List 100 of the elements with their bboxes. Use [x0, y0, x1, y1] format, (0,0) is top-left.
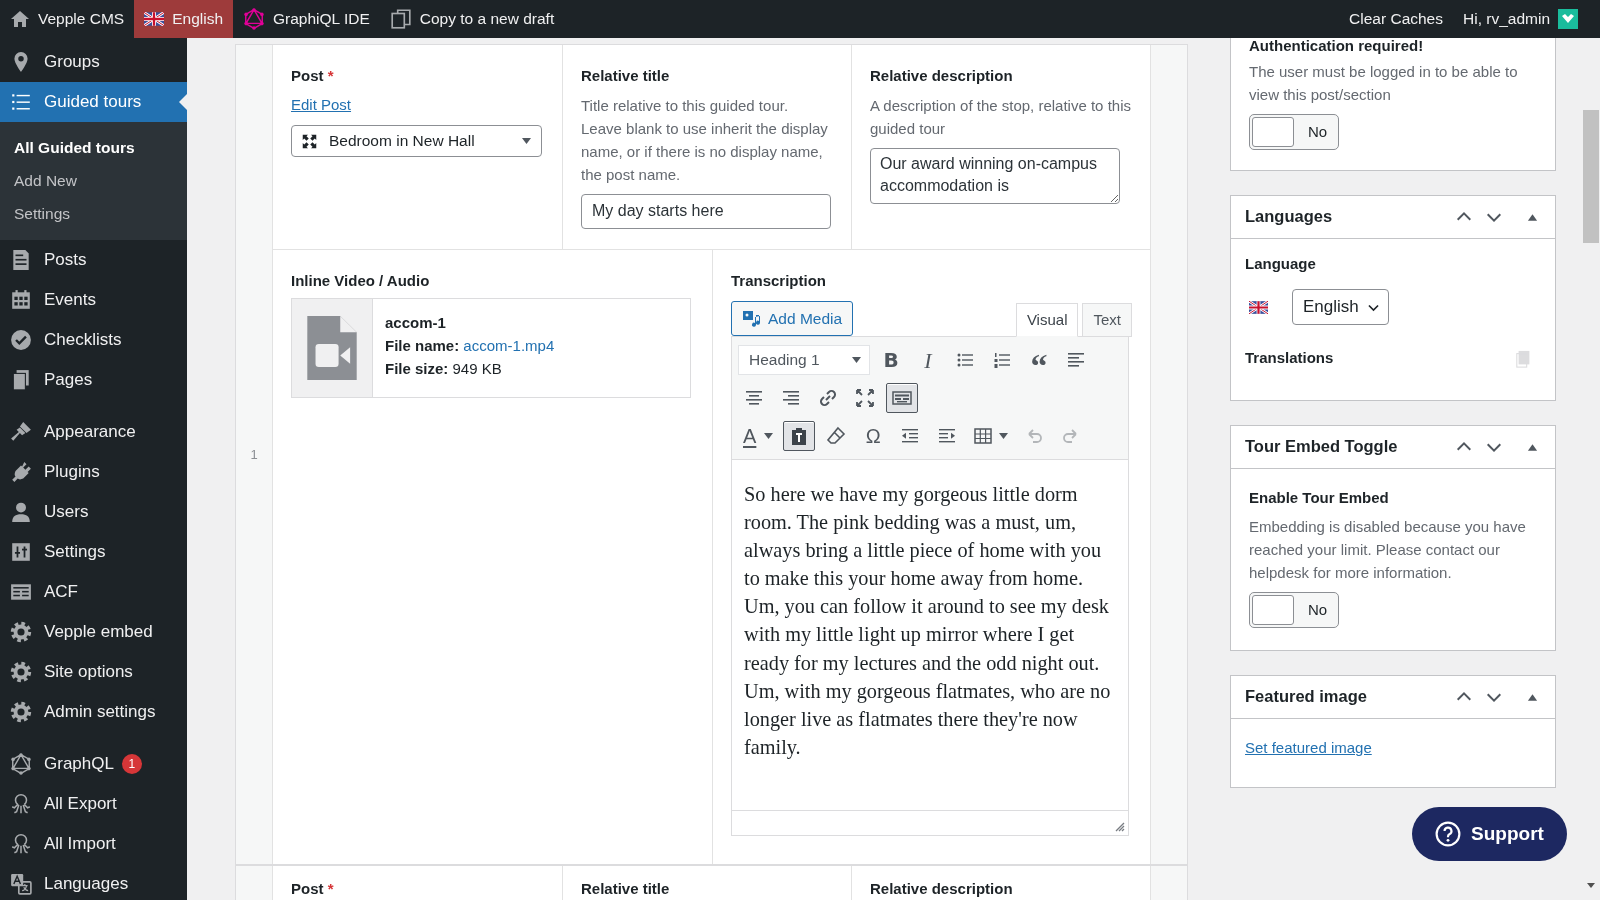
editor-tab[interactable]: Visual [1015, 303, 1079, 337]
field-label: Post * [291, 66, 334, 86]
language-select[interactable]: English [1292, 289, 1389, 325]
file-link[interactable]: accom-1.mp4 [463, 337, 555, 354]
pages-icon [10, 369, 32, 391]
keyboard-icon [892, 388, 912, 408]
sidebar-item[interactable]: Vepple embed [0, 612, 187, 652]
field-label: Authentication required! [1249, 38, 1425, 56]
graph-icon [10, 753, 32, 775]
description-textarea[interactable]: Our award winning on-campus accommodation is [870, 147, 1120, 204]
sidebar-item[interactable]: Appearance [0, 412, 187, 452]
home-icon [10, 9, 30, 29]
caret-icon [852, 357, 861, 363]
italic-button[interactable]: I [912, 345, 944, 375]
plug-icon [10, 461, 32, 483]
file-size-line: File size: 949 KB [385, 359, 503, 379]
field-label: Enable Tour Embed [1249, 487, 1390, 508]
copy-icon [389, 8, 412, 30]
gear-icon [10, 661, 32, 683]
sidebar-item[interactable]: Admin settings [0, 692, 187, 732]
sidebar-item[interactable]: All Export [0, 784, 187, 824]
calendar-icon [10, 289, 32, 311]
toolbar-link[interactable]: Clear Caches [1339, 0, 1453, 38]
check-icon [10, 329, 32, 351]
sidebar-item[interactable]: Users [0, 492, 187, 532]
text-color-button[interactable]: A [738, 421, 779, 451]
caret-icon [764, 433, 774, 439]
scroll-down-icon[interactable] [1587, 883, 1595, 889]
triangle-up-icon [1526, 691, 1538, 702]
sidebar-item[interactable]: Site options [0, 652, 187, 692]
sidebar-item[interactable]: GraphQL 1 [0, 744, 187, 784]
table-icon [973, 426, 994, 446]
sidebar-item[interactable]: Checklists [0, 320, 187, 360]
sidebar-item[interactable]: Posts [0, 240, 187, 280]
translate-icon [10, 873, 32, 895]
field-label: Inline Video / Audio [291, 270, 430, 291]
fullscreen-icon [855, 388, 875, 408]
file-name-line: File name: accom-1.mp4 [385, 336, 555, 356]
sidebar-item[interactable]: Groups [0, 42, 187, 82]
toolbar-link[interactable]: GraphiQL IDE [233, 0, 380, 38]
field-label: Relative title [581, 878, 670, 899]
submenu-item[interactable]: Settings [0, 197, 187, 230]
sidebar-item[interactable]: All Import [0, 824, 187, 864]
field-description: Embedding is disabled because you have reached your limit. Please contact our helpdesk for more information. [1249, 517, 1527, 583]
sidebar-item[interactable]: Languages [0, 864, 187, 900]
count-badge: 1 [121, 754, 142, 774]
sidebar-item[interactable]: Plugins [0, 452, 187, 492]
field-label: Post * [291, 878, 334, 899]
field-description: Title relative to this guided tour. Leave blank to use inherit the display name, or if there is no display name, the post name. [581, 95, 829, 185]
field-label: Relative description [870, 66, 1013, 86]
toolbar-link[interactable]: Hi, rv_admin [1453, 0, 1588, 38]
field-label: Language [1245, 253, 1317, 274]
edit-link[interactable]: Edit Post [291, 95, 352, 113]
toolbar-link[interactable]: Vepple CMS [0, 0, 135, 38]
special-character-button[interactable]: Ω [857, 421, 890, 451]
add-media-button[interactable]: Add Media [731, 301, 854, 336]
sidebar-item[interactable]: Events [0, 280, 187, 320]
field-label: Relative title [581, 66, 670, 86]
quote-button[interactable]: “ [1023, 345, 1055, 375]
caret-icon [999, 433, 1009, 439]
sidebar-item[interactable]: Settings [0, 532, 187, 572]
resize-handle-icon [1115, 822, 1125, 832]
align-center-icon [744, 388, 764, 408]
help-icon [1435, 821, 1462, 847]
user-icon [10, 501, 32, 523]
bold-button[interactable]: B [875, 345, 907, 375]
scrollbar-thumb[interactable] [1583, 110, 1599, 243]
keyboard-button[interactable] [886, 383, 918, 413]
field-description: The user must be logged in to be able to view this post/section [1249, 62, 1519, 105]
toolbar-link[interactable]: English [134, 0, 233, 38]
submenu-item[interactable]: Add New [0, 164, 187, 197]
panel-title: Featured image [1245, 686, 1368, 708]
align-right-icon [781, 388, 801, 408]
avatar-icon [1558, 9, 1578, 29]
media-title: accom-1 [385, 313, 447, 333]
set-image-link[interactable]: Set featured image [1245, 738, 1372, 756]
toggle-switch[interactable]: No [1249, 114, 1339, 150]
editor-tab[interactable]: Text [1082, 303, 1132, 337]
document-icon [10, 249, 32, 271]
title-input[interactable]: My day starts here [581, 193, 831, 229]
support-button[interactable]: Support [1412, 807, 1567, 861]
panel-title: Tour Embed Toggle [1245, 436, 1399, 458]
list-icon [10, 91, 32, 113]
row-handle[interactable] [1150, 45, 1187, 864]
field-label: Translations [1245, 348, 1334, 368]
toolbar-link[interactable]: Copy to a new draft [379, 0, 565, 38]
format-select[interactable]: Heading 1 [738, 345, 870, 375]
clipboard-button[interactable] [783, 421, 816, 451]
editor-text[interactable]: So here we have my gorgeous little dorm room. The pink bedding was a must, um, always bring a little piece of home with you to make this your home away from home. Um, you can follow it around to see my desk with my little light up mirror where I get ready for my lectures and the odd night out. Um, with my gorgeous flatmates, who are no longer live as flatmates there they're now family. [732, 460, 1128, 810]
octopus-icon [10, 793, 32, 815]
graph-icon [243, 8, 265, 30]
toggle-switch[interactable]: No [1249, 592, 1339, 628]
submenu-item[interactable]: All Guided tours [0, 131, 187, 164]
sliders-icon [10, 541, 32, 563]
move-icon [302, 133, 317, 149]
sidebar-item[interactable]: Pages [0, 360, 187, 400]
sidebar-item[interactable]: ACF [0, 572, 187, 612]
sidebar-item[interactable]: Guided tours [0, 82, 187, 122]
triangle-up-icon [1526, 441, 1538, 452]
post-select[interactable]: Bedroom in New Hall [291, 125, 542, 157]
